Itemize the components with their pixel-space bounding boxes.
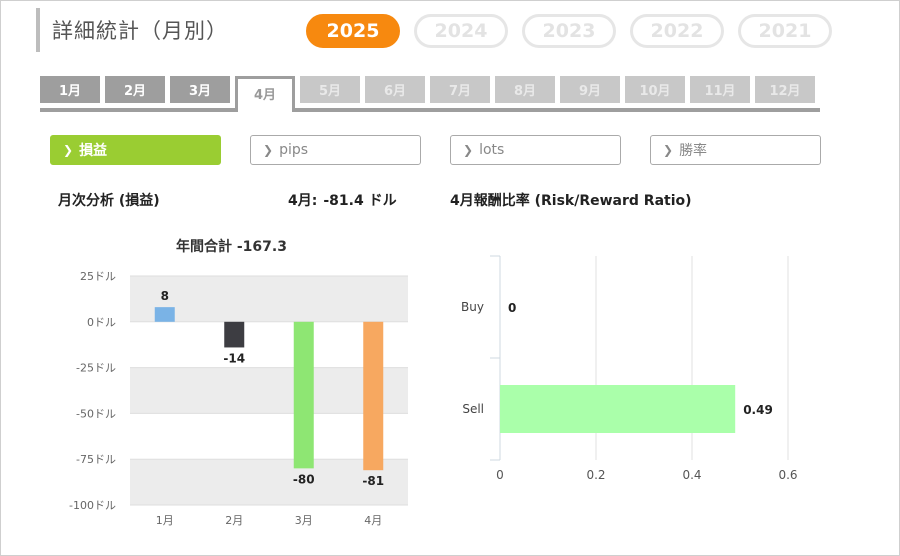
y-tick-label: -100ドル — [69, 499, 116, 512]
tab-month[interactable]: 2月 — [105, 76, 165, 103]
rr-chart-title: 4月報酬比率 (Risk/Reward Ratio) — [450, 193, 692, 209]
month-tabs: 1月 2月 3月 4月 5月 6月 7月 8月 9月 10月 11月 12月 — [40, 76, 815, 112]
month-summary: 4月: -81.4 ドル — [288, 190, 403, 210]
x-tick-label: 0 — [496, 468, 504, 482]
chevron-right-icon: ❯ — [463, 143, 474, 157]
metric-selector: ❯ 損益 ❯ pips ❯ lots ❯ 勝率 — [50, 135, 821, 165]
month-tabbar: 1月 2月 3月 4月 5月 6月 7月 8月 9月 10月 11月 12月 — [40, 74, 820, 112]
tab-month[interactable]: 12月 — [755, 76, 815, 103]
tab-month[interactable]: 9月 — [560, 76, 620, 103]
title-block: 詳細統計（月別） — [36, 8, 228, 52]
bar — [224, 321, 245, 348]
year-button[interactable]: 2023 — [522, 14, 616, 48]
data-label: -14 — [223, 351, 245, 365]
tab-month[interactable]: 7月 — [430, 76, 490, 103]
chevron-right-icon: ❯ — [663, 143, 674, 157]
x-tick-label: 0.6 — [778, 468, 797, 482]
chevron-right-icon: ❯ — [63, 143, 74, 157]
year-button[interactable]: 2021 — [738, 14, 832, 48]
x-tick-label: 4月 — [364, 514, 382, 527]
annual-total-label: 年間合計 -167.3 — [176, 239, 287, 255]
y-tick-label: 0ドル — [87, 316, 116, 329]
x-tick-label: 0.2 — [586, 468, 605, 482]
x-tick-label: 0.4 — [682, 468, 701, 482]
data-label: -80 — [293, 472, 315, 486]
metric-label: 勝率 — [679, 143, 708, 159]
data-label: 0.49 — [743, 403, 773, 417]
metric-button-lots[interactable]: ❯ lots — [450, 135, 621, 165]
metric-button-pips[interactable]: ❯ pips — [250, 135, 421, 165]
x-tick-label: 2月 — [225, 514, 243, 527]
month-summary-value: -81.4 ドル — [323, 193, 397, 209]
x-tick-label: 3月 — [295, 514, 313, 527]
year-button[interactable]: 2024 — [414, 14, 508, 48]
metric-label: 損益 — [79, 143, 108, 159]
tab-month[interactable]: 6月 — [365, 76, 425, 103]
year-selector: 2025 2024 2023 2022 2021 — [306, 14, 832, 48]
tab-month[interactable]: 8月 — [495, 76, 555, 103]
y-tick-label: -75ドル — [76, 453, 116, 466]
year-button[interactable]: 2025 — [306, 14, 400, 48]
x-tick-label: 1月 — [156, 514, 174, 527]
data-label: 8 — [161, 289, 169, 303]
bar — [154, 307, 175, 322]
tab-month[interactable]: 11月 — [690, 76, 750, 103]
data-label: -81 — [362, 474, 384, 488]
risk-reward-chart: 0 0.2 0.4 0.6 Buy 0 Sell 0.49 — [461, 255, 798, 482]
metric-label: pips — [279, 142, 309, 158]
tab-month[interactable]: 1月 — [40, 76, 100, 103]
year-button[interactable]: 2022 — [630, 14, 724, 48]
month-summary-prefix: 4月: — [288, 193, 318, 209]
data-label: 0 — [508, 301, 516, 315]
bar — [293, 321, 314, 469]
metric-button-winrate[interactable]: ❯ 勝率 — [650, 135, 821, 165]
bar — [500, 385, 736, 433]
page-title: 詳細統計（月別） — [52, 19, 228, 43]
tab-month[interactable]: 3月 — [170, 76, 230, 103]
y-tick-label: Sell — [462, 402, 484, 416]
metric-label: lots — [479, 142, 505, 158]
tabbar-baseline — [40, 108, 820, 112]
tab-month[interactable]: 10月 — [625, 76, 685, 103]
monthly-profit-chart: 25ドル 0ドル -25ドル -50ドル -75ドル -100ドル 8 1月 -14 2月 -80 3… — [69, 270, 408, 527]
bar — [363, 321, 384, 471]
tab-month[interactable]: 5月 — [300, 76, 360, 103]
tab-month[interactable]: 4月 — [235, 76, 295, 112]
chevron-right-icon: ❯ — [263, 143, 274, 157]
y-tick-label: -25ドル — [76, 362, 116, 375]
y-tick-label: -50ドル — [76, 407, 116, 420]
y-tick-label: Buy — [461, 300, 484, 314]
metric-button-profit[interactable]: ❯ 損益 — [50, 135, 221, 165]
y-tick-label: 25ドル — [80, 270, 116, 283]
monthly-analysis-label: 月次分析 (損益) — [58, 193, 160, 209]
